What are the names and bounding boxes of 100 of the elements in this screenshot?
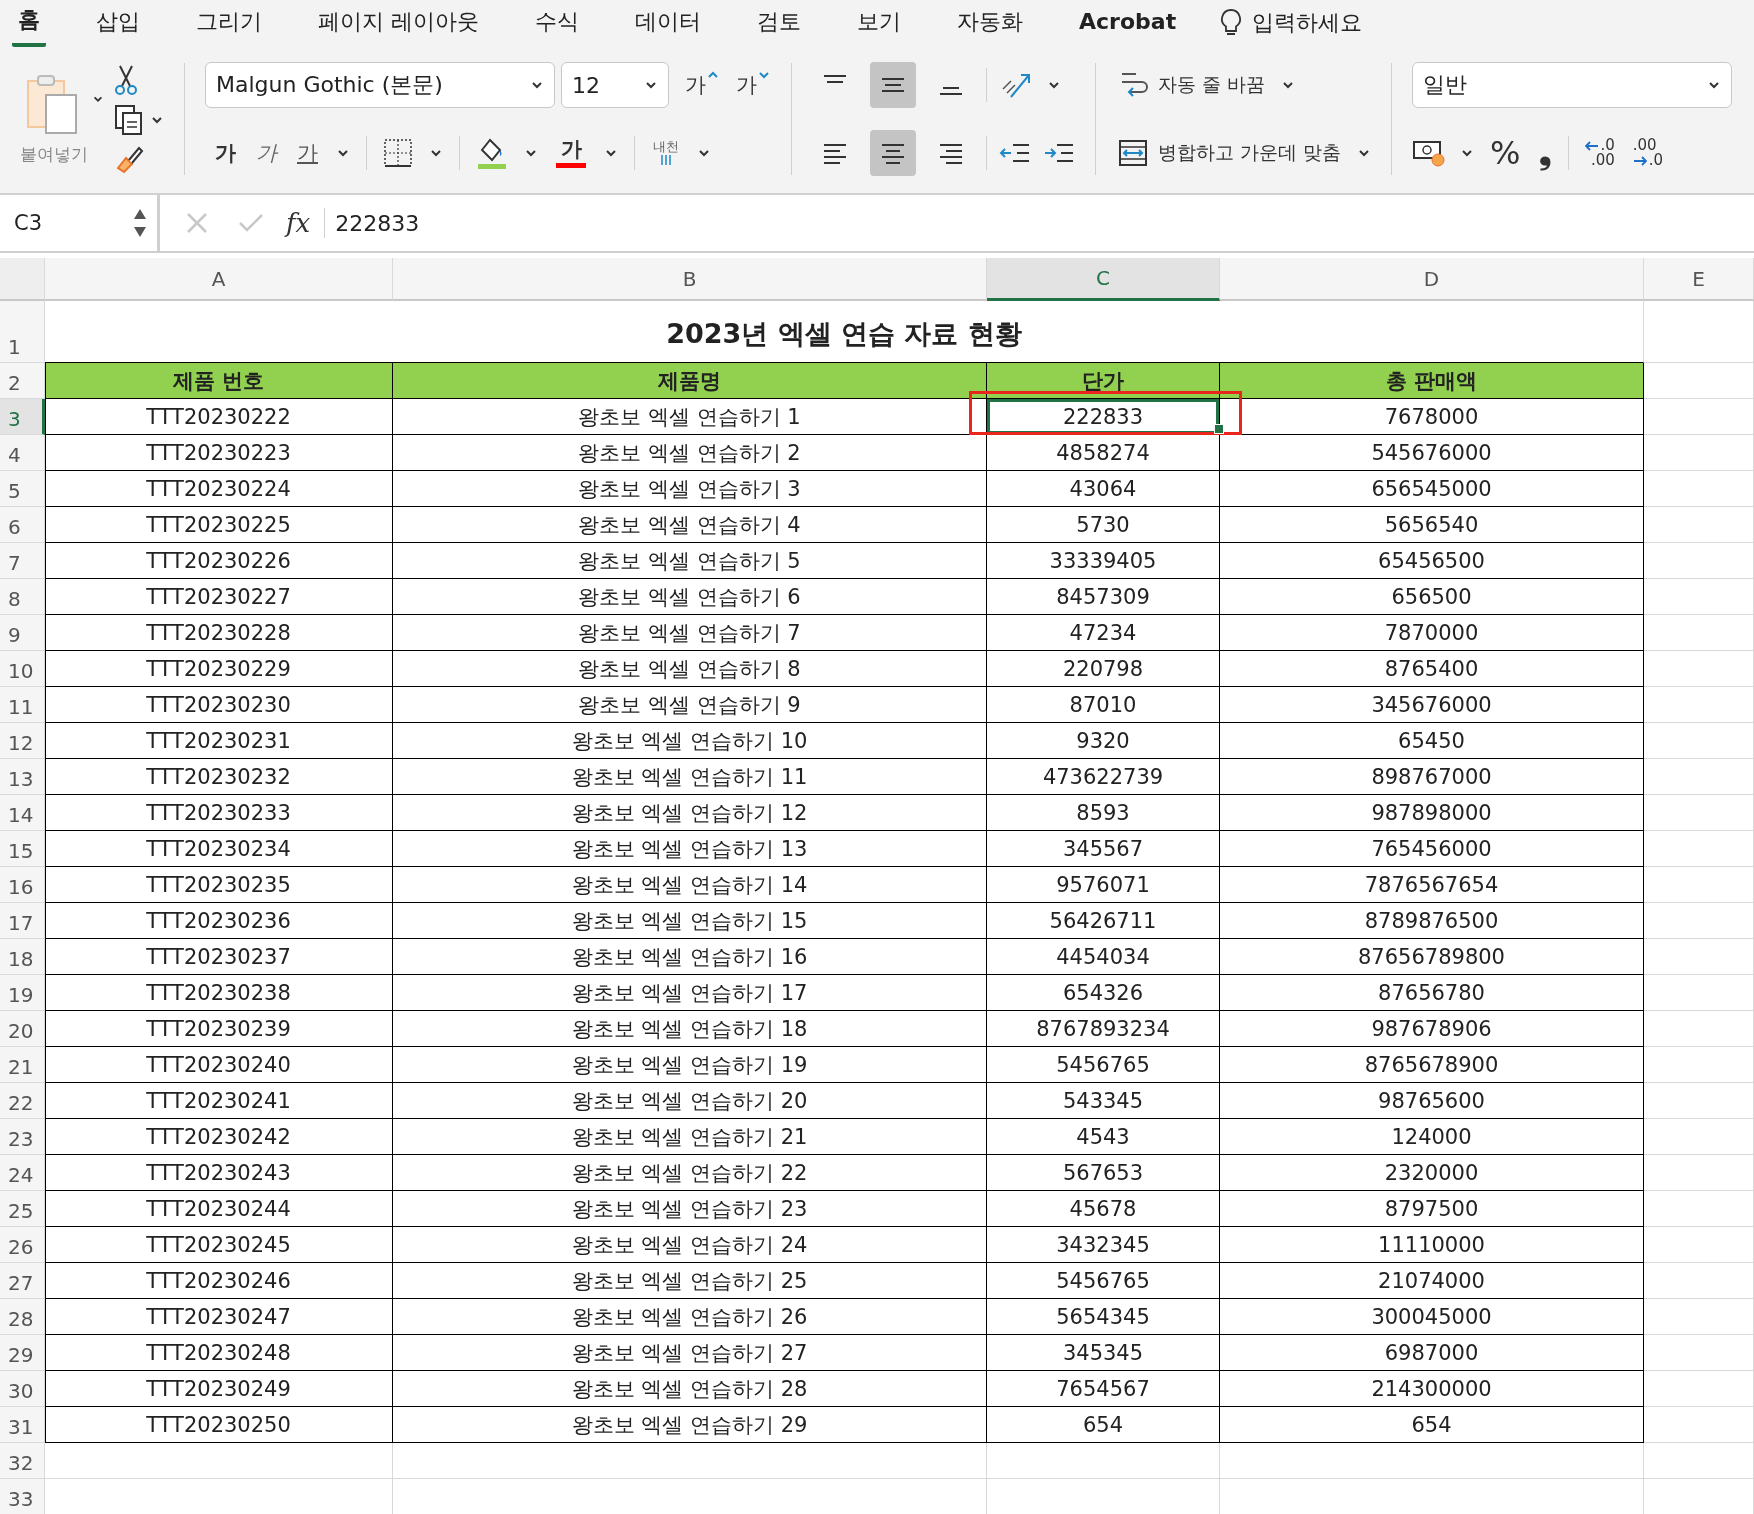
table-cell[interactable]: 8767893234 — [987, 1011, 1220, 1047]
table-cell[interactable]: TTT20230238 — [45, 975, 393, 1011]
row-header[interactable]: 26 — [0, 1227, 45, 1263]
table-cell[interactable]: TTT20230237 — [45, 939, 393, 975]
row-header[interactable]: 29 — [0, 1335, 45, 1371]
table-cell[interactable]: 87656780 — [1220, 975, 1644, 1011]
table-cell[interactable]: TTT20230231 — [45, 723, 393, 759]
table-cell[interactable]: 5456765 — [987, 1047, 1220, 1083]
table-cell[interactable]: 왕초보 엑셀 연습하기 5 — [393, 543, 987, 579]
row-header[interactable]: 21 — [0, 1047, 45, 1083]
table-cell[interactable]: 8765400 — [1220, 651, 1644, 687]
table-cell[interactable]: TTT20230243 — [45, 1155, 393, 1191]
table-cell[interactable]: 47234 — [987, 615, 1220, 651]
table-cell[interactable]: TTT20230230 — [45, 687, 393, 723]
table-cell[interactable]: 왕초보 엑셀 연습하기 3 — [393, 471, 987, 507]
font-color-button[interactable]: 가 — [554, 136, 588, 170]
table-cell[interactable]: TTT20230244 — [45, 1191, 393, 1227]
table-cell[interactable]: TTT20230227 — [45, 579, 393, 615]
table-cell[interactable]: 왕초보 엑셀 연습하기 16 — [393, 939, 987, 975]
table-cell[interactable]: 왕초보 엑셀 연습하기 2 — [393, 435, 987, 471]
row-header[interactable]: 12 — [0, 723, 45, 759]
decrease-decimal-button[interactable]: .00 .0 — [1630, 136, 1666, 170]
table-cell[interactable]: 왕초보 엑셀 연습하기 25 — [393, 1263, 987, 1299]
ribbon-tab[interactable]: Acrobat — [1073, 3, 1183, 42]
row-header[interactable]: 16 — [0, 867, 45, 903]
ribbon-tab[interactable]: 보기 — [851, 0, 907, 45]
table-cell[interactable]: 33339405 — [987, 543, 1220, 579]
row-header[interactable]: 28 — [0, 1299, 45, 1335]
table-cell[interactable]: 654326 — [987, 975, 1220, 1011]
bold-button[interactable]: 가 — [213, 137, 238, 169]
row-header[interactable]: 20 — [0, 1011, 45, 1047]
table-cell[interactable]: 왕초보 엑셀 연습하기 10 — [393, 723, 987, 759]
table-cell[interactable]: 543345 — [987, 1083, 1220, 1119]
table-cell[interactable]: 왕초보 엑셀 연습하기 18 — [393, 1011, 987, 1047]
ribbon-tab[interactable]: 데이터 — [629, 0, 707, 45]
row-header[interactable]: 24 — [0, 1155, 45, 1191]
row-header[interactable]: 19 — [0, 975, 45, 1011]
active-cell[interactable]: 222833 — [987, 399, 1220, 435]
table-cell[interactable]: 654 — [1220, 1407, 1644, 1443]
table-cell[interactable]: 2320000 — [1220, 1155, 1644, 1191]
table-cell[interactable]: TTT20230241 — [45, 1083, 393, 1119]
table-cell[interactable]: 43064 — [987, 471, 1220, 507]
table-cell[interactable]: TTT20230226 — [45, 543, 393, 579]
table-cell[interactable]: 45678 — [987, 1191, 1220, 1227]
table-cell[interactable]: 4858274 — [987, 435, 1220, 471]
table-cell[interactable]: 220798 — [987, 651, 1220, 687]
table-cell[interactable]: TTT20230228 — [45, 615, 393, 651]
row-header[interactable]: 32 — [0, 1443, 45, 1479]
font-size-dropdown[interactable]: 12 — [561, 62, 669, 108]
row-header[interactable]: 1 — [0, 301, 45, 363]
table-cell[interactable]: 656545000 — [1220, 471, 1644, 507]
table-cell[interactable]: 5730 — [987, 507, 1220, 543]
table-cell[interactable]: TTT20230248 — [45, 1335, 393, 1371]
phonetic-guide-button[interactable]: 내천 — [651, 137, 681, 169]
row-header[interactable]: 18 — [0, 939, 45, 975]
insert-function-button[interactable]: fx — [286, 208, 326, 238]
table-cell[interactable]: 왕초보 엑셀 연습하기 6 — [393, 579, 987, 615]
row-header[interactable]: 33 — [0, 1479, 45, 1514]
table-cell[interactable]: 왕초보 엑셀 연습하기 14 — [393, 867, 987, 903]
row-header[interactable]: 22 — [0, 1083, 45, 1119]
row-header[interactable]: 2 — [0, 363, 45, 399]
row-header[interactable]: 25 — [0, 1191, 45, 1227]
table-cell[interactable]: 765456000 — [1220, 831, 1644, 867]
table-cell[interactable]: 898767000 — [1220, 759, 1644, 795]
table-cell[interactable]: 왕초보 엑셀 연습하기 26 — [393, 1299, 987, 1335]
column-header[interactable]: E — [1644, 258, 1754, 301]
table-cell[interactable]: 4543 — [987, 1119, 1220, 1155]
table-cell[interactable]: TTT20230250 — [45, 1407, 393, 1443]
table-cell[interactable]: 87010 — [987, 687, 1220, 723]
table-cell[interactable]: 65456500 — [1220, 543, 1644, 579]
formula-value[interactable]: 222833 — [335, 210, 420, 236]
ribbon-tab[interactable]: 자동화 — [951, 0, 1029, 45]
table-cell[interactable]: TTT20230242 — [45, 1119, 393, 1155]
table-cell[interactable]: TTT20230249 — [45, 1371, 393, 1407]
table-cell[interactable]: TTT20230234 — [45, 831, 393, 867]
row-header[interactable]: 11 — [0, 687, 45, 723]
table-cell[interactable]: 56426711 — [987, 903, 1220, 939]
table-cell[interactable]: 왕초보 엑셀 연습하기 28 — [393, 1371, 987, 1407]
table-cell[interactable]: 5654345 — [987, 1299, 1220, 1335]
table-cell[interactable]: TTT20230245 — [45, 1227, 393, 1263]
table-cell[interactable]: TTT20230224 — [45, 471, 393, 507]
table-cell[interactable]: TTT20230225 — [45, 507, 393, 543]
table-cell[interactable]: 567653 — [987, 1155, 1220, 1191]
column-header[interactable]: C — [987, 258, 1220, 301]
table-cell[interactable]: 8765678900 — [1220, 1047, 1644, 1083]
number-format-dropdown[interactable]: 일반 — [1412, 62, 1733, 108]
table-cell[interactable]: TTT20230240 — [45, 1047, 393, 1083]
table-cell[interactable]: 21074000 — [1220, 1263, 1644, 1299]
table-cell[interactable]: TTT20230223 — [45, 435, 393, 471]
table-cell[interactable]: 왕초보 엑셀 연습하기 27 — [393, 1335, 987, 1371]
table-cell[interactable]: 7654567 — [987, 1371, 1220, 1407]
merge-center-button[interactable]: 병합하고 가운데 맞춤 — [1116, 136, 1344, 170]
table-cell[interactable]: 왕초보 엑셀 연습하기 24 — [393, 1227, 987, 1263]
table-cell[interactable]: 345345 — [987, 1335, 1220, 1371]
table-cell[interactable]: 왕초보 엑셀 연습하기 23 — [393, 1191, 987, 1227]
wrap-text-button[interactable]: 자동 줄 바꿈 — [1116, 66, 1268, 104]
row-header[interactable]: 3 — [0, 399, 45, 435]
table-cell[interactable]: 987678906 — [1220, 1011, 1644, 1047]
row-header[interactable]: 30 — [0, 1371, 45, 1407]
table-cell[interactable]: 왕초보 엑셀 연습하기 29 — [393, 1407, 987, 1443]
